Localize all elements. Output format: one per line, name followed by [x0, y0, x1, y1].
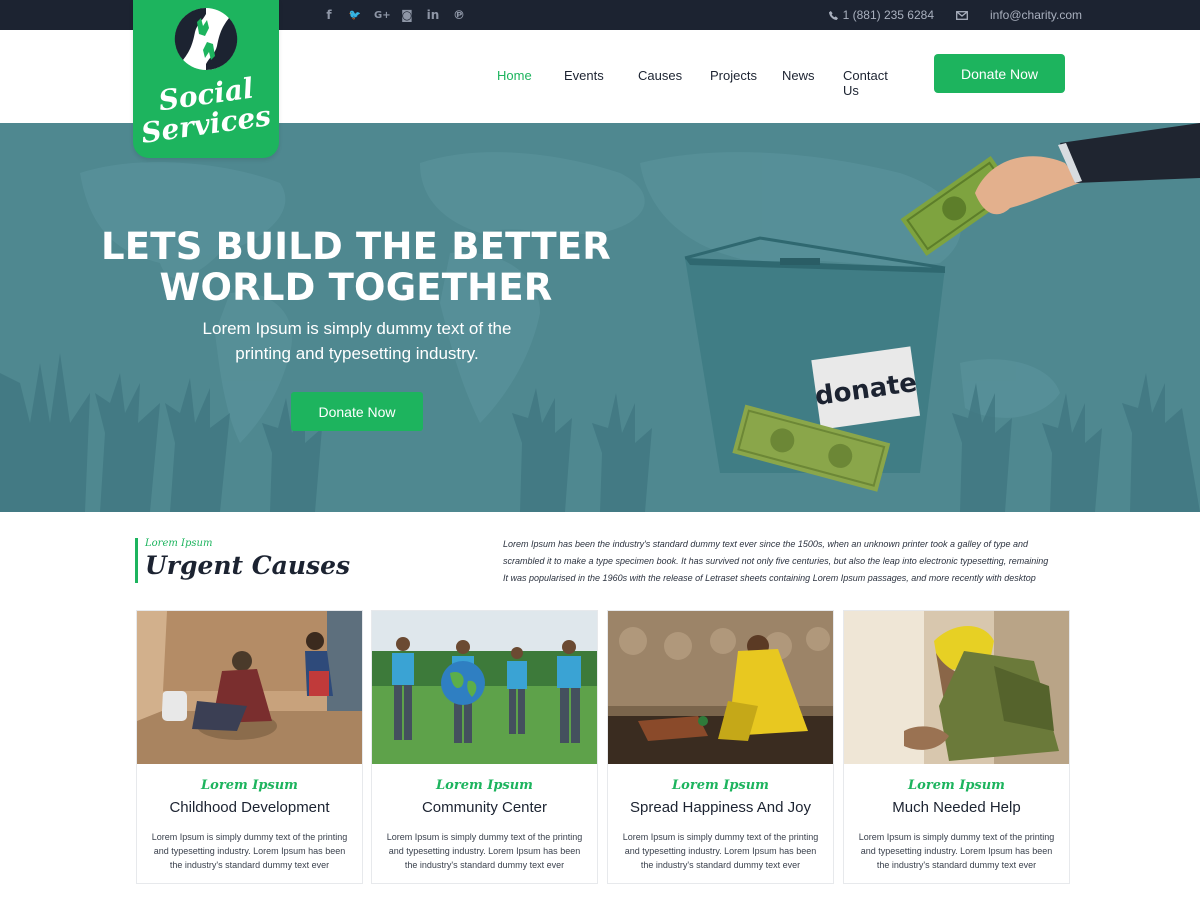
nav-projects[interactable]: Projects — [710, 68, 757, 83]
hands-emblem-icon — [174, 7, 238, 71]
twitter-icon[interactable]: 🐦 — [348, 10, 362, 21]
card-text-line: and typesetting industry. Lorem Ipsum ha… — [860, 846, 1053, 856]
cause-card-childhood-development[interactable]: Lorem Ipsum Childhood Development Lorem … — [136, 610, 363, 884]
facebook-icon[interactable]: f — [322, 8, 336, 22]
card-kicker: Lorem Ipsum — [201, 778, 298, 793]
hero-subtitle-line2: printing and typesetting industry. — [235, 344, 479, 363]
description-line: Lorem Ipsum has been the industry's stan… — [503, 539, 1029, 549]
card-text-line: Lorem Ipsum is simply dummy text of the … — [622, 832, 819, 842]
social-links: f 🐦 G+ ◙ in ℗ — [322, 0, 466, 30]
card-text: Lorem Ipsum is simply dummy text of the … — [147, 830, 352, 872]
cause-card-much-needed-help[interactable]: Lorem Ipsum Much Needed Help Lorem Ipsum… — [843, 610, 1070, 884]
hero-banner: donate LETS BUILD THE BETTER WORLD TOGET… — [0, 123, 1200, 512]
description-line: scrambled it to make a type specimen boo… — [503, 556, 1049, 566]
cause-card-spread-happiness-and-joy[interactable]: Lorem Ipsum Spread Happiness And Joy Lor… — [607, 610, 834, 884]
card-text-line: the industry's standard dummy text ever — [404, 860, 565, 870]
card-text-line: Lorem Ipsum is simply dummy text of the … — [858, 832, 1055, 842]
cause-card-community-center[interactable]: Lorem Ipsum Community Center Lorem Ipsum… — [371, 610, 598, 884]
email-item[interactable]: info@charity.com — [956, 8, 1082, 22]
cause-image — [844, 611, 1069, 764]
donate-now-button[interactable]: Donate Now — [934, 54, 1065, 93]
card-text-line: the industry's standard dummy text ever — [169, 860, 330, 870]
card-text-line: and typesetting industry. Lorem Ipsum ha… — [153, 846, 346, 856]
card-text-line: the industry's standard dummy text ever — [876, 860, 1037, 870]
cause-image — [137, 611, 362, 764]
card-text: Lorem Ipsum is simply dummy text of the … — [854, 830, 1059, 872]
contact-info: 1 (881) 235 6284 info@charity.com — [828, 0, 1082, 30]
card-text-line: and typesetting industry. Lorem Ipsum ha… — [624, 846, 817, 856]
card-title[interactable]: Community Center — [372, 799, 597, 816]
pinterest-icon[interactable]: ℗ — [452, 8, 466, 22]
cause-image — [372, 611, 597, 764]
description-line: It was popularised in the 1960s with the… — [503, 573, 1036, 583]
card-text-line: and typesetting industry. Lorem Ipsum ha… — [388, 846, 581, 856]
card-text-line: the industry's standard dummy text ever — [640, 860, 801, 870]
card-title[interactable]: Childhood Development — [137, 799, 362, 816]
linkedin-icon[interactable]: in — [426, 8, 440, 22]
hero-subtitle-line1: Lorem Ipsum is simply dummy text of the — [202, 319, 512, 338]
hero-title: LETS BUILD THE BETTER WORLD TOGETHER — [100, 226, 612, 308]
hero-subtitle: Lorem Ipsum is simply dummy text of the … — [180, 316, 534, 366]
cause-image — [608, 611, 833, 764]
nav-causes[interactable]: Causes — [638, 68, 682, 83]
email-address: info@charity.com — [990, 8, 1082, 22]
card-kicker: Lorem Ipsum — [908, 778, 1005, 793]
nav-contact-us[interactable]: Contact Us — [843, 68, 888, 98]
card-text-line: Lorem Ipsum is simply dummy text of the … — [151, 832, 348, 842]
instagram-icon[interactable]: ◙ — [400, 8, 414, 22]
card-text: Lorem Ipsum is simply dummy text of the … — [382, 830, 587, 872]
hero-donate-button[interactable]: Donate Now — [291, 392, 423, 431]
google-plus-icon[interactable]: G+ — [374, 10, 391, 21]
section-description: Lorem Ipsum has been the industry's stan… — [503, 536, 1073, 587]
card-kicker: Lorem Ipsum — [436, 778, 533, 793]
section-title: Urgent Causes — [145, 551, 351, 580]
phone-icon — [828, 10, 838, 20]
nav-home[interactable]: Home — [497, 68, 532, 83]
nav-events[interactable]: Events — [564, 68, 604, 83]
site-logo[interactable]: Social Services — [133, 0, 279, 158]
card-text-line: Lorem Ipsum is simply dummy text of the … — [386, 832, 583, 842]
card-title[interactable]: Much Needed Help — [844, 799, 1069, 816]
hero-title-line1: LETS BUILD THE BETTER — [101, 225, 611, 268]
card-title[interactable]: Spread Happiness And Joy — [608, 799, 833, 816]
hero-title-line2: WORLD TOGETHER — [159, 266, 553, 309]
section-heading: Lorem Ipsum Urgent Causes — [135, 538, 350, 583]
phone-item[interactable]: 1 (881) 235 6284 — [828, 8, 934, 22]
phone-number: 1 (881) 235 6284 — [842, 8, 934, 22]
card-text: Lorem Ipsum is simply dummy text of the … — [618, 830, 823, 872]
nav-news[interactable]: News — [782, 68, 815, 83]
envelope-icon — [956, 10, 968, 20]
card-kicker: Lorem Ipsum — [672, 778, 769, 793]
section-kicker: Lorem Ipsum — [145, 538, 213, 549]
